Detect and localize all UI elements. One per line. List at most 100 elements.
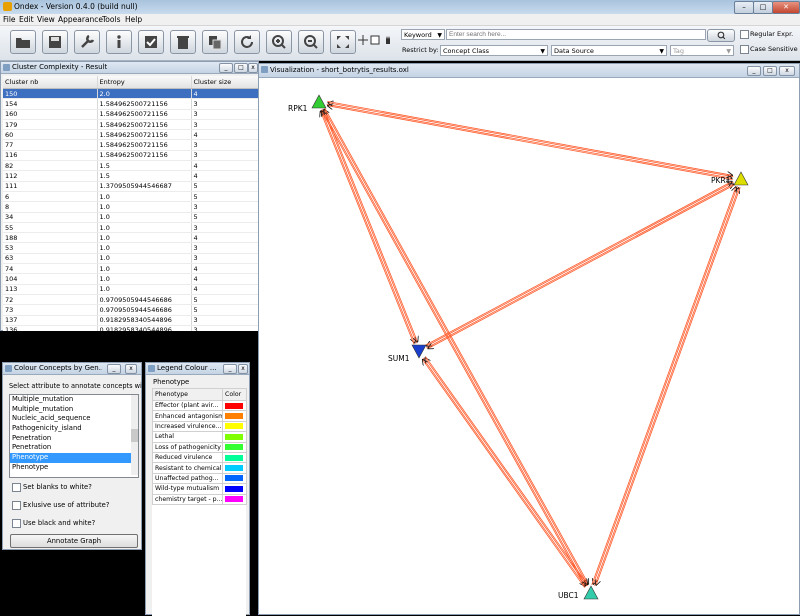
- table-row[interactable]: 111 1.3709505944546687 5: [3, 181, 258, 192]
- graph-edge[interactable]: [328, 103, 734, 178]
- menu-tools[interactable]: Tools: [102, 15, 120, 24]
- delete-button[interactable]: [170, 30, 196, 54]
- graph-edge[interactable]: [320, 111, 415, 345]
- close-button[interactable]: ✕: [772, 1, 800, 14]
- exclusive-checkbox[interactable]: [12, 501, 21, 510]
- list-item[interactable]: Multiple_mutation: [10, 405, 138, 415]
- node-rpk1[interactable]: [311, 94, 327, 109]
- search-button[interactable]: [707, 29, 735, 42]
- regular-expr-checkbox[interactable]: [740, 30, 749, 39]
- table-row[interactable]: 34 1.0 5: [3, 212, 258, 223]
- tag-select[interactable]: Tag ▼: [670, 45, 734, 56]
- graph-edge[interactable]: [320, 109, 415, 343]
- table-row[interactable]: 150 2.0 4: [3, 88, 258, 100]
- menu-appearance[interactable]: Appearance: [58, 15, 103, 24]
- table-row[interactable]: 113 1.0 4: [3, 284, 258, 295]
- concept-class-select[interactable]: Concept Class ▼: [440, 45, 548, 56]
- list-item[interactable]: Nucleic_acid_sequence: [10, 414, 138, 424]
- graph-edge[interactable]: [428, 184, 736, 349]
- table-row[interactable]: 73 0.9709505944546686 5: [3, 304, 258, 316]
- table-row[interactable]: 154 1.584962500721156 3: [3, 98, 258, 110]
- graph-edge[interactable]: [422, 357, 585, 586]
- maximize-button[interactable]: □: [753, 1, 773, 14]
- node-pkr1[interactable]: [733, 171, 749, 186]
- node-ubc1[interactable]: [583, 585, 599, 600]
- minimize-button[interactable]: _: [747, 66, 761, 76]
- list-item[interactable]: Penetration: [10, 443, 138, 453]
- table-row[interactable]: 137 0.9182958340544896 3: [3, 315, 258, 326]
- zoom-in-button[interactable]: [266, 30, 292, 54]
- graph-edge[interactable]: [425, 356, 587, 584]
- table-row[interactable]: 188 1.0 4: [3, 232, 258, 244]
- graph-edge[interactable]: [322, 111, 586, 588]
- graph-edge[interactable]: [323, 110, 418, 344]
- search-mode-select[interactable]: Keyword ▼: [401, 29, 445, 40]
- graph-edge[interactable]: [327, 100, 732, 175]
- table-row[interactable]: 160 1.584962500721156 3: [3, 109, 258, 120]
- move-icon[interactable]: [358, 35, 368, 45]
- table-row[interactable]: 104 1.0 4: [3, 273, 258, 285]
- search-input[interactable]: [446, 29, 706, 40]
- graph-edge[interactable]: [324, 107, 589, 584]
- select-icon[interactable]: [370, 35, 380, 45]
- menu-help[interactable]: Help: [125, 15, 142, 24]
- info-button[interactable]: [106, 30, 132, 54]
- graph-edge[interactable]: [326, 103, 732, 178]
- col-header-color[interactable]: Color: [222, 388, 247, 401]
- graph-edge[interactable]: [594, 188, 739, 586]
- table-row[interactable]: 82 1.5 4: [3, 160, 258, 172]
- table-row[interactable]: 53 1.0 3: [3, 242, 258, 254]
- table-row[interactable]: 77 1.584962500721156 3: [3, 139, 258, 151]
- save-button[interactable]: [42, 30, 68, 54]
- zoom-out-button[interactable]: [298, 30, 324, 54]
- set-blanks-checkbox[interactable]: [12, 483, 21, 492]
- table-row[interactable]: 74 1.0 4: [3, 263, 258, 275]
- node-sum1[interactable]: [411, 344, 427, 359]
- menu-view[interactable]: View: [37, 15, 55, 24]
- list-item[interactable]: Pathogenicity_island: [10, 424, 138, 434]
- copy-button[interactable]: [202, 30, 228, 54]
- annotate-graph-button[interactable]: Annotate Graph: [10, 534, 138, 548]
- graph-edge[interactable]: [425, 358, 588, 587]
- table-row[interactable]: 136 0.9182958340544896 3: [3, 325, 258, 331]
- table-row[interactable]: 72 0.9709505944546686 5: [3, 294, 258, 306]
- attribute-list-scrollbar[interactable]: [131, 395, 138, 475]
- table-row[interactable]: 179 1.584962500721156 3: [3, 119, 258, 131]
- attribute-list[interactable]: Multiple_mutation Multiple_mutation Nuclei…: [9, 394, 139, 478]
- minimize-button[interactable]: _: [223, 364, 237, 374]
- list-item[interactable]: Phenotype: [10, 453, 138, 463]
- table-row[interactable]: 55 1.0 3: [3, 222, 258, 234]
- list-item[interactable]: Multiple_mutation: [10, 395, 138, 405]
- graph-edge[interactable]: [424, 181, 732, 346]
- table-row[interactable]: 112 1.5 4: [3, 170, 258, 182]
- maximize-button[interactable]: □: [234, 63, 248, 73]
- graph-edge[interactable]: [593, 186, 738, 584]
- graph-edge[interactable]: [321, 109, 586, 585]
- table-row[interactable]: 63 1.0 3: [3, 253, 258, 265]
- graph-edge[interactable]: [423, 360, 585, 588]
- fit-button[interactable]: [330, 30, 356, 54]
- hand-icon[interactable]: [383, 35, 393, 45]
- table-row[interactable]: 116 1.584962500721156 3: [3, 150, 258, 162]
- scrollbar-thumb[interactable]: [131, 429, 138, 442]
- minimize-button[interactable]: _: [107, 364, 121, 374]
- data-source-select[interactable]: Data Source ▼: [551, 45, 667, 56]
- col-header-phenotype[interactable]: Phenotype: [152, 388, 223, 401]
- graph-edge[interactable]: [323, 108, 418, 342]
- table-row[interactable]: 60 1.584962500721156 4: [3, 129, 258, 141]
- check-button[interactable]: [138, 30, 164, 54]
- graph-edge[interactable]: [324, 109, 589, 586]
- graph-canvas[interactable]: RPK1 PKR1 SUM1 UBC1: [259, 78, 799, 614]
- open-button[interactable]: [10, 30, 36, 54]
- refresh-button[interactable]: [234, 30, 260, 54]
- maximize-button[interactable]: □: [763, 66, 777, 76]
- table-row[interactable]: 6 1.0 5: [3, 191, 258, 203]
- minimize-button[interactable]: _: [219, 63, 233, 73]
- menu-edit[interactable]: Edit: [19, 15, 34, 24]
- close-button[interactable]: x: [248, 63, 258, 73]
- black-white-checkbox[interactable]: [12, 519, 21, 528]
- col-header-cluster-nb[interactable]: Cluster nb: [3, 76, 98, 89]
- graph-edge[interactable]: [327, 106, 733, 181]
- case-sensitive-checkbox[interactable]: [740, 45, 749, 54]
- minimize-button[interactable]: –: [734, 1, 754, 14]
